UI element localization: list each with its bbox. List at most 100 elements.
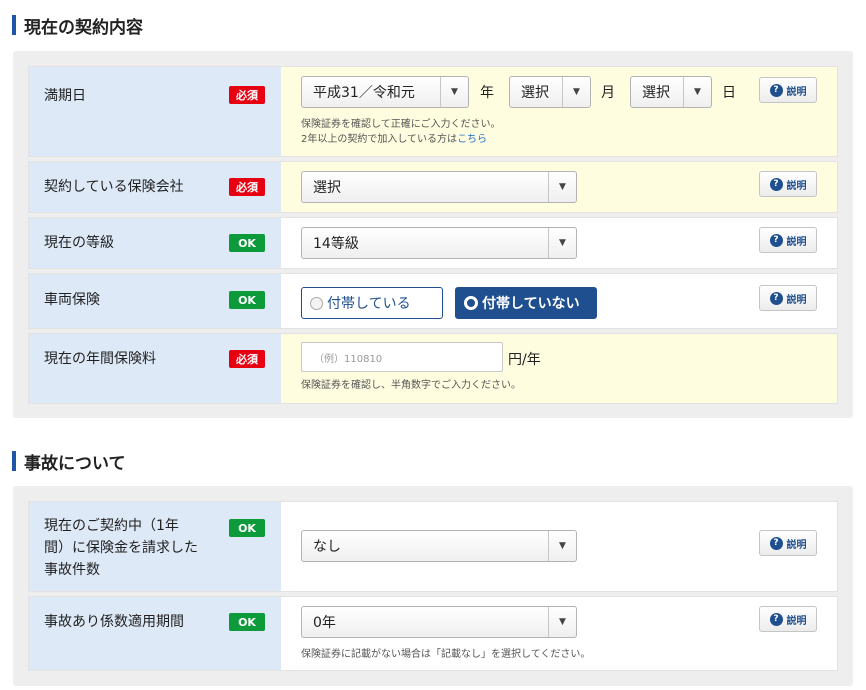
help-label: 説明 (786, 86, 807, 98)
help-button[interactable]: ? 説明 (759, 530, 817, 556)
value-cell: （例）110810 円/年 保険証券を確認し、半角数字でご入力ください。 (281, 334, 837, 403)
radio-circle-icon (310, 296, 323, 310)
question-icon: ? (769, 83, 783, 97)
claim-count-select-value: なし (313, 539, 341, 555)
label-line: 現在のご契約中（1年 (44, 518, 179, 534)
section-bar (12, 451, 16, 471)
row-insurer: 契約している保険会社 必須 選択 ▼ ? 説明 (28, 161, 838, 213)
radio-label: 付帯している (327, 296, 411, 312)
label-cell: 満期日 必須 (29, 67, 281, 156)
caret-down-icon: ▼ (548, 531, 576, 561)
row-grade: 現在の等級 OK 14等級 ▼ ? 説明 (28, 217, 838, 269)
day-select-value: 選択 (642, 85, 670, 101)
field-label: 事故あり係数適用期間 (44, 614, 184, 630)
note-line: 2年以上の契約で加入している方はこちら (301, 132, 501, 147)
day-unit: 日 (722, 85, 736, 101)
caret-down-icon: ▼ (548, 607, 576, 637)
value-cell: 選択 ▼ ? 説明 (281, 162, 837, 212)
radio-vehicle-attached[interactable]: 付帯している (301, 287, 443, 319)
help-label: 説明 (786, 180, 807, 192)
radio-vehicle-not-attached[interactable]: 付帯していない (455, 287, 597, 319)
insurer-select-value: 選択 (313, 180, 341, 196)
insurer-select[interactable]: 選択 ▼ (301, 171, 577, 203)
row-annual-premium: 現在の年間保険料 必須 （例）110810 円/年 保険証券を確認し、半角数字で… (28, 333, 838, 404)
row-vehicle-insurance: 車両保険 OK 付帯している 付帯していない ? 説明 (28, 273, 838, 329)
row-claim-count: 現在のご契約中（1年 間）に保険金を請求した 事故件数 OK なし ▼ ? 説明 (28, 501, 838, 592)
year-unit: 年 (480, 85, 494, 101)
ok-badge: OK (229, 613, 265, 631)
help-label: 説明 (786, 539, 807, 551)
section-title-current-contract: 現在の契約内容 (12, 14, 143, 38)
period-note: 保険証券に記載がない場合は「記載なし」を選択してください。 (301, 649, 591, 660)
ok-badge: OK (229, 234, 265, 252)
field-label: 現在の等級 (44, 235, 114, 251)
label-cell: 契約している保険会社 必須 (29, 162, 281, 212)
expiry-note: 保険証券を確認して正確にご入力ください。 2年以上の契約で加入している方はこちら (301, 117, 501, 147)
caret-down-icon: ▼ (440, 77, 468, 107)
field-label: 満期日 (44, 88, 86, 104)
field-label: 車両保険 (44, 292, 100, 308)
label-cell: 現在のご契約中（1年 間）に保険金を請求した 事故件数 OK (29, 502, 281, 591)
field-label: 現在の年間保険料 (44, 351, 156, 367)
caret-down-icon: ▼ (548, 172, 576, 202)
caret-down-icon: ▼ (562, 77, 590, 107)
help-label: 説明 (786, 294, 807, 306)
help-button[interactable]: ? 説明 (759, 227, 817, 253)
row-expiry-date: 満期日 必須 平成31／令和元 ▼ 年 選択 ▼ 月 選択 ▼ 日 保険証券を確… (28, 66, 838, 157)
question-icon: ? (769, 536, 783, 550)
accidents-panel: 現在のご契約中（1年 間）に保険金を請求した 事故件数 OK なし ▼ ? 説明 … (13, 486, 853, 686)
era-select-value: 平成31／令和元 (313, 85, 415, 101)
label-cell: 現在の等級 OK (29, 218, 281, 268)
month-unit: 月 (601, 85, 615, 101)
grade-select-value: 14等級 (313, 236, 359, 252)
help-button[interactable]: ? 説明 (759, 606, 817, 632)
caret-down-icon: ▼ (683, 77, 711, 107)
question-icon: ? (769, 233, 783, 247)
day-select[interactable]: 選択 ▼ (630, 76, 712, 108)
era-select[interactable]: 平成31／令和元 ▼ (301, 76, 469, 108)
accident-period-select-value: 0年 (313, 615, 336, 631)
help-button[interactable]: ? 説明 (759, 77, 817, 103)
month-select-value: 選択 (521, 85, 549, 101)
help-label: 説明 (786, 615, 807, 627)
required-badge: 必須 (229, 178, 265, 196)
note-line: 保険証券を確認して正確にご入力ください。 (301, 119, 501, 130)
value-cell: 平成31／令和元 ▼ 年 選択 ▼ 月 選択 ▼ 日 保険証券を確認して正確にご… (281, 67, 837, 156)
caret-down-icon: ▼ (548, 228, 576, 258)
label-line: 事故件数 (44, 562, 100, 578)
section-title-accidents: 事故について (12, 450, 126, 474)
label-cell: 現在の年間保険料 必須 (29, 334, 281, 403)
ok-badge: OK (229, 291, 265, 309)
multi-year-link[interactable]: こちら (457, 134, 487, 145)
radio-selected-icon (464, 296, 478, 310)
current-contract-panel: 満期日 必須 平成31／令和元 ▼ 年 選択 ▼ 月 選択 ▼ 日 保険証券を確… (13, 51, 853, 418)
question-icon: ? (769, 612, 783, 626)
premium-unit: 円/年 (508, 352, 541, 368)
note-text: 2年以上の契約で加入している方は (301, 134, 458, 145)
question-icon: ? (769, 177, 783, 191)
question-icon: ? (769, 291, 783, 305)
label-cell: 事故あり係数適用期間 OK (29, 597, 281, 670)
required-badge: 必須 (229, 350, 265, 368)
premium-note: 保険証券を確認し、半角数字でご入力ください。 (301, 380, 521, 391)
accident-period-select[interactable]: 0年 ▼ (301, 606, 577, 638)
row-accident-period: 事故あり係数適用期間 OK 0年 ▼ 保険証券に記載がない場合は「記載なし」を選… (28, 596, 838, 671)
radio-label: 付帯していない (482, 296, 580, 312)
value-cell: 0年 ▼ 保険証券に記載がない場合は「記載なし」を選択してください。 ? 説明 (281, 597, 837, 670)
required-badge: 必須 (229, 86, 265, 104)
section-bar (12, 15, 16, 35)
value-cell: なし ▼ ? 説明 (281, 502, 837, 591)
section-title-text: 事故について (24, 453, 126, 474)
month-select[interactable]: 選択 ▼ (509, 76, 591, 108)
label-cell: 車両保険 OK (29, 274, 281, 328)
help-label: 説明 (786, 236, 807, 248)
field-label: 契約している保険会社 (44, 179, 184, 195)
label-line: 間）に保険金を請求した (44, 540, 198, 556)
help-button[interactable]: ? 説明 (759, 171, 817, 197)
premium-input[interactable]: （例）110810 (301, 342, 503, 372)
value-cell: 14等級 ▼ ? 説明 (281, 218, 837, 268)
help-button[interactable]: ? 説明 (759, 285, 817, 311)
value-cell: 付帯している 付帯していない ? 説明 (281, 274, 837, 328)
claim-count-select[interactable]: なし ▼ (301, 530, 577, 562)
grade-select[interactable]: 14等級 ▼ (301, 227, 577, 259)
